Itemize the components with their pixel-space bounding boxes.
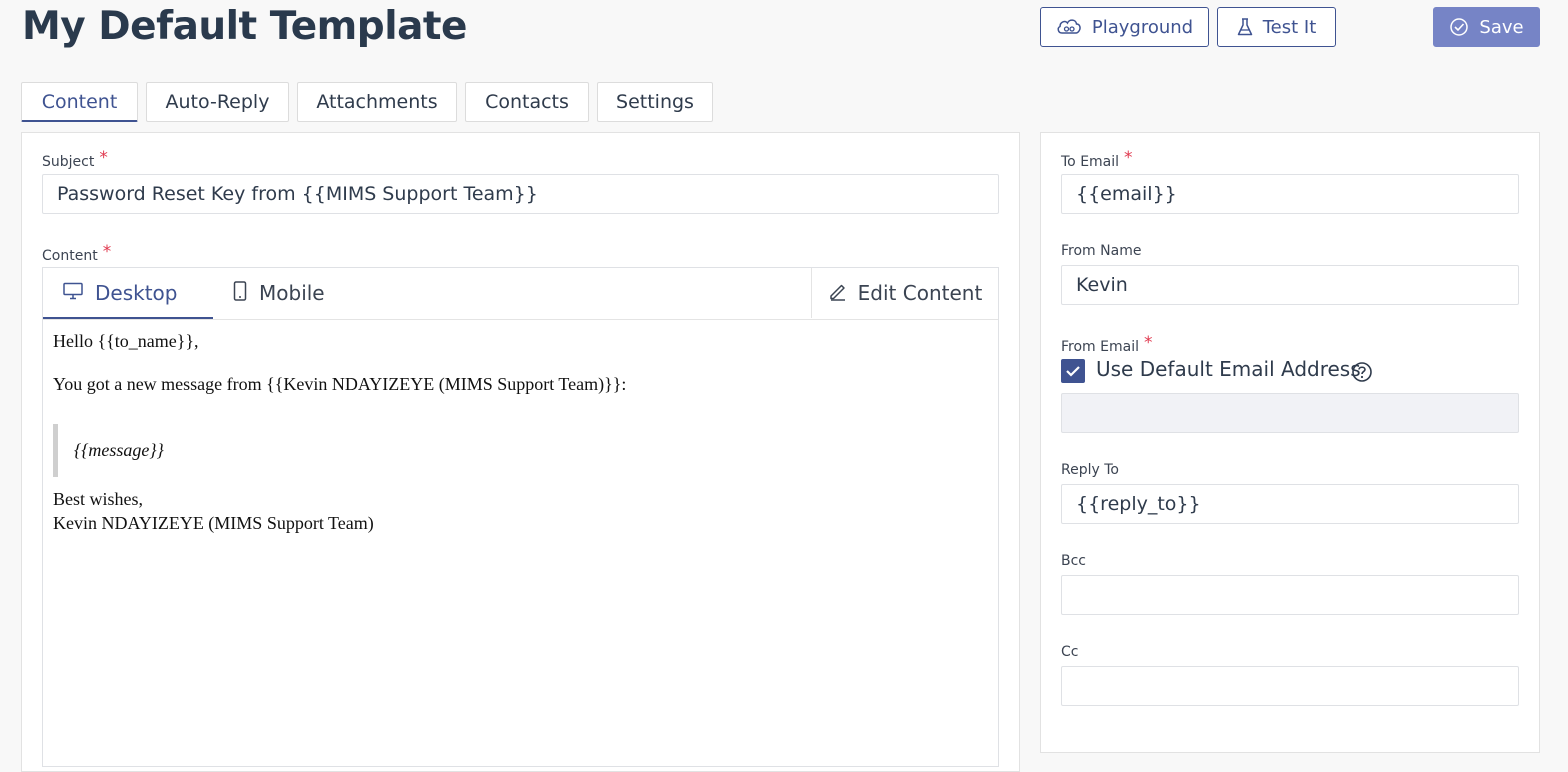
use-default-email-checkbox[interactable] bbox=[1061, 359, 1085, 383]
cloud-icon bbox=[1056, 17, 1082, 37]
from-name-label: From Name bbox=[1061, 243, 1142, 259]
to-email-label: To Email * bbox=[1061, 148, 1133, 170]
preview-signoff: Best wishes, bbox=[53, 489, 143, 509]
edit-content-button[interactable]: Edit Content bbox=[811, 268, 998, 318]
preview-intro: You got a new message from {{Kevin NDAYI… bbox=[53, 374, 627, 394]
required-mark: * bbox=[1143, 333, 1153, 353]
checkmark-icon bbox=[1066, 366, 1080, 377]
preview-greeting: Hello {{to_name}}, bbox=[53, 331, 199, 351]
use-default-email-label: Use Default Email Address bbox=[1096, 357, 1361, 381]
tab-contacts[interactable]: Contacts bbox=[465, 82, 589, 122]
subject-label: Subject * bbox=[42, 148, 108, 170]
pencil-icon bbox=[828, 281, 858, 306]
tab-auto-reply[interactable]: Auto-Reply bbox=[146, 82, 289, 122]
flask-icon bbox=[1237, 17, 1253, 37]
playground-button[interactable]: Playground bbox=[1040, 7, 1209, 47]
tab-settings[interactable]: Settings bbox=[597, 82, 713, 122]
help-icon[interactable] bbox=[1351, 361, 1373, 387]
test-it-label: Test It bbox=[1262, 16, 1317, 38]
test-it-button[interactable]: Test It bbox=[1217, 7, 1336, 47]
from-name-input[interactable]: Kevin bbox=[1061, 265, 1519, 305]
reply-to-input[interactable]: {{reply_to}} bbox=[1061, 484, 1519, 524]
check-circle-icon bbox=[1449, 17, 1469, 37]
tab-attachments[interactable]: Attachments bbox=[297, 82, 457, 122]
tab-desktop[interactable]: Desktop bbox=[43, 268, 213, 319]
bcc-input[interactable] bbox=[1061, 575, 1519, 615]
required-mark: * bbox=[1124, 148, 1133, 168]
preview-quote: {{message}} bbox=[53, 424, 753, 477]
preview-signature: Kevin NDAYIZEYE (MIMS Support Team) bbox=[53, 513, 374, 533]
bcc-label: Bcc bbox=[1061, 553, 1086, 569]
tab-content[interactable]: Content bbox=[21, 82, 138, 122]
cc-label: Cc bbox=[1061, 644, 1079, 660]
save-label: Save bbox=[1479, 16, 1524, 38]
from-email-input bbox=[1061, 393, 1519, 433]
playground-label: Playground bbox=[1091, 16, 1194, 38]
editor-toolbar: Desktop Mobile Edit Content bbox=[43, 268, 998, 320]
page-title: My Default Template bbox=[22, 4, 467, 49]
tab-mobile[interactable]: Mobile bbox=[233, 268, 325, 318]
save-button[interactable]: Save bbox=[1433, 7, 1540, 47]
mobile-icon bbox=[233, 280, 259, 306]
to-email-input[interactable]: {{email}} bbox=[1061, 174, 1519, 214]
settings-panel bbox=[1040, 132, 1540, 753]
reply-to-label: Reply To bbox=[1061, 462, 1119, 478]
content-editor: Desktop Mobile Edit Content Hello {{to_n… bbox=[42, 267, 999, 767]
from-email-label: From Email * bbox=[1061, 333, 1153, 355]
content-label: Content * bbox=[42, 242, 112, 264]
desktop-icon bbox=[63, 281, 95, 305]
required-mark: * bbox=[102, 242, 112, 262]
required-mark: * bbox=[99, 148, 108, 168]
subject-input[interactable]: Password Reset Key from {{MIMS Support T… bbox=[42, 174, 999, 214]
cc-input[interactable] bbox=[1061, 666, 1519, 706]
